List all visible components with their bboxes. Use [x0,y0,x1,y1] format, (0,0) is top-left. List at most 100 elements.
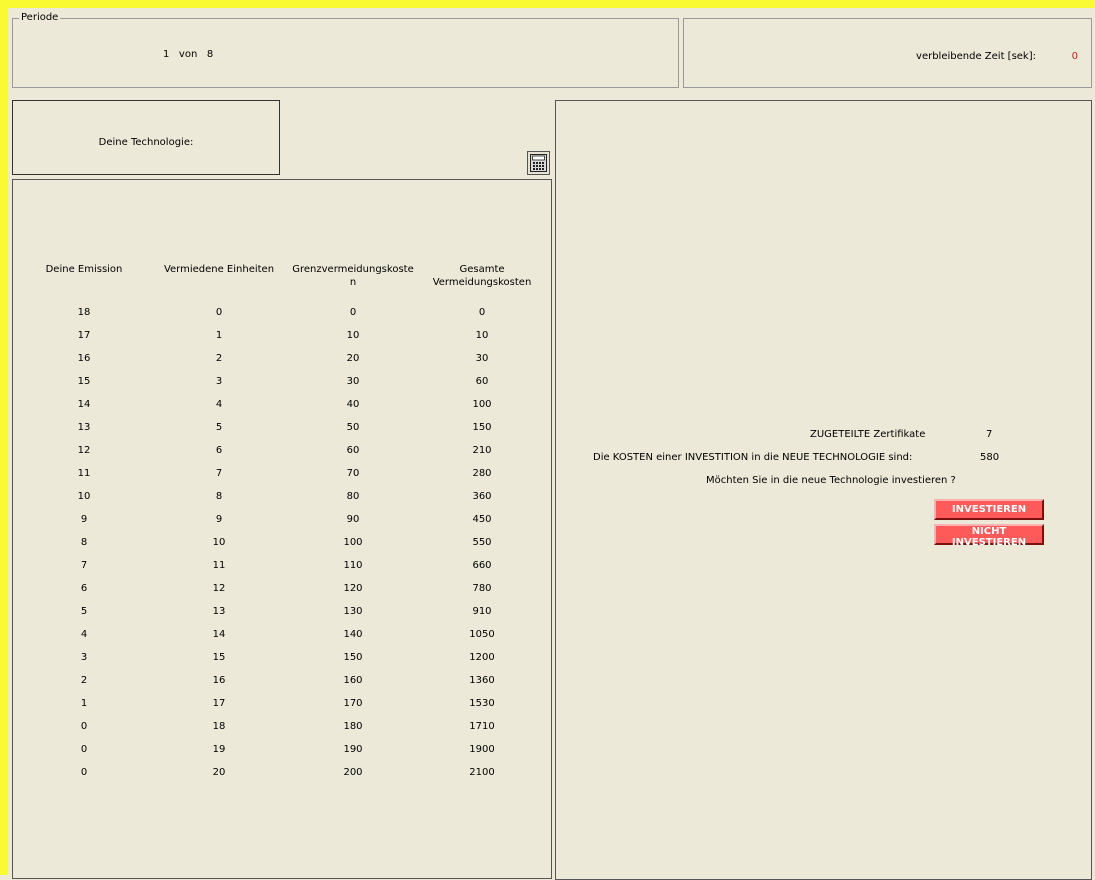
cell-total-cost: 1900 [469,744,495,755]
cell-emission: 17 [77,330,91,341]
cell-marginal-cost: 50 [346,422,360,433]
cell-marginal-cost: 160 [343,675,363,686]
calculator-button[interactable] [527,151,550,175]
cell-emission: 13 [77,422,91,433]
cell-marginal-cost: 60 [346,445,360,456]
cell-total-cost: 1200 [469,652,495,663]
cell-emission: 12 [77,445,91,456]
cell-emission: 11 [77,468,91,479]
cell-avoided-units: 18 [212,721,226,732]
cell-total-cost: 0 [478,307,486,318]
cell-emission: 6 [80,583,88,594]
cell-marginal-cost: 140 [343,629,363,640]
investment-panel: ZUGETEILTE Zertifikate 7 Die KOSTEN eine… [555,100,1092,880]
cell-avoided-units: 15 [212,652,226,663]
cell-emission: 0 [80,767,88,778]
period-indicator: 1 von 8 [163,49,213,60]
cell-total-cost: 1050 [469,629,495,640]
cell-marginal-cost: 40 [346,399,360,410]
cell-marginal-cost: 130 [343,606,363,617]
cell-emission: 7 [80,560,88,571]
cell-total-cost: 1710 [469,721,495,732]
technology-label: Deine Technologie: [98,137,194,148]
cell-avoided-units: 5 [215,422,223,433]
cell-emission: 0 [80,721,88,732]
cell-total-cost: 100 [472,399,492,410]
cell-emission: 2 [80,675,88,686]
cell-marginal-cost: 150 [343,652,363,663]
investment-cost-label: Die KOSTEN einer INVESTITION in die NEUE… [593,452,913,463]
window-border-left [0,0,8,875]
cell-emission: 14 [77,399,91,410]
cell-total-cost: 780 [472,583,492,594]
header-emission: Deine Emission [45,264,123,275]
header-avoided-units: Vermiedene Einheiten [163,264,275,275]
invest-button[interactable]: INVESTIEREN [934,499,1044,520]
investment-cost-value: 580 [980,452,1000,463]
cell-marginal-cost: 100 [343,537,363,548]
cell-avoided-units: 0 [215,307,223,318]
period-separator: von [178,49,198,60]
cell-avoided-units: 2 [215,353,223,364]
cell-marginal-cost: 0 [349,307,357,318]
timer-label: verbleibende Zeit [sek]: [916,51,1036,62]
certificates-label: ZUGETEILTE Zertifikate [810,429,926,440]
cell-avoided-units: 8 [215,491,223,502]
cell-marginal-cost: 110 [343,560,363,571]
cell-total-cost: 60 [475,376,489,387]
cell-emission: 3 [80,652,88,663]
cell-emission: 4 [80,629,88,640]
cell-total-cost: 210 [472,445,492,456]
cell-emission: 9 [80,514,88,525]
cell-marginal-cost: 80 [346,491,360,502]
cell-emission: 5 [80,606,88,617]
cell-avoided-units: 6 [215,445,223,456]
cell-total-cost: 280 [472,468,492,479]
cell-total-cost: 1530 [469,698,495,709]
window-border-top [0,0,1095,8]
cell-total-cost: 550 [472,537,492,548]
cell-emission: 10 [77,491,91,502]
cell-avoided-units: 12 [212,583,226,594]
calculator-icon [530,154,547,172]
cell-marginal-cost: 200 [343,767,363,778]
cell-avoided-units: 10 [212,537,226,548]
period-panel: Periode 1 von 8 [12,12,679,88]
cell-avoided-units: 20 [212,767,226,778]
technology-box: Deine Technologie: [12,100,280,175]
cell-marginal-cost: 120 [343,583,363,594]
cell-marginal-cost: 70 [346,468,360,479]
cell-marginal-cost: 10 [346,330,360,341]
cell-avoided-units: 1 [215,330,223,341]
cell-avoided-units: 16 [212,675,226,686]
cell-total-cost: 360 [472,491,492,502]
cell-marginal-cost: 190 [343,744,363,755]
no-invest-button[interactable]: NICHT INVESTIEREN [934,524,1044,548]
cell-avoided-units: 7 [215,468,223,479]
cell-total-cost: 450 [472,514,492,525]
period-total: 8 [206,49,214,60]
cell-marginal-cost: 30 [346,376,360,387]
cell-emission: 16 [77,353,91,364]
cell-emission: 1 [80,698,88,709]
investment-question: Möchten Sie in die neue Technologie inve… [706,475,956,486]
cell-avoided-units: 17 [212,698,226,709]
cell-total-cost: 2100 [469,767,495,778]
cost-table-panel: Deine Emission Vermiedene Einheiten Gren… [12,179,552,879]
cell-avoided-units: 13 [212,606,226,617]
cell-total-cost: 660 [472,560,492,571]
cell-avoided-units: 11 [212,560,226,571]
cell-avoided-units: 19 [212,744,226,755]
timer-value: 0 [1071,51,1078,62]
cell-total-cost: 30 [475,353,489,364]
period-legend: Periode [19,12,61,23]
cell-avoided-units: 4 [215,399,223,410]
cell-avoided-units: 9 [215,514,223,525]
cell-marginal-cost: 170 [343,698,363,709]
cell-emission: 8 [80,537,88,548]
period-current: 1 [163,49,170,60]
cell-total-cost: 150 [472,422,492,433]
cell-marginal-cost: 20 [346,353,360,364]
cell-emission: 0 [80,744,88,755]
cell-emission: 18 [77,307,91,318]
